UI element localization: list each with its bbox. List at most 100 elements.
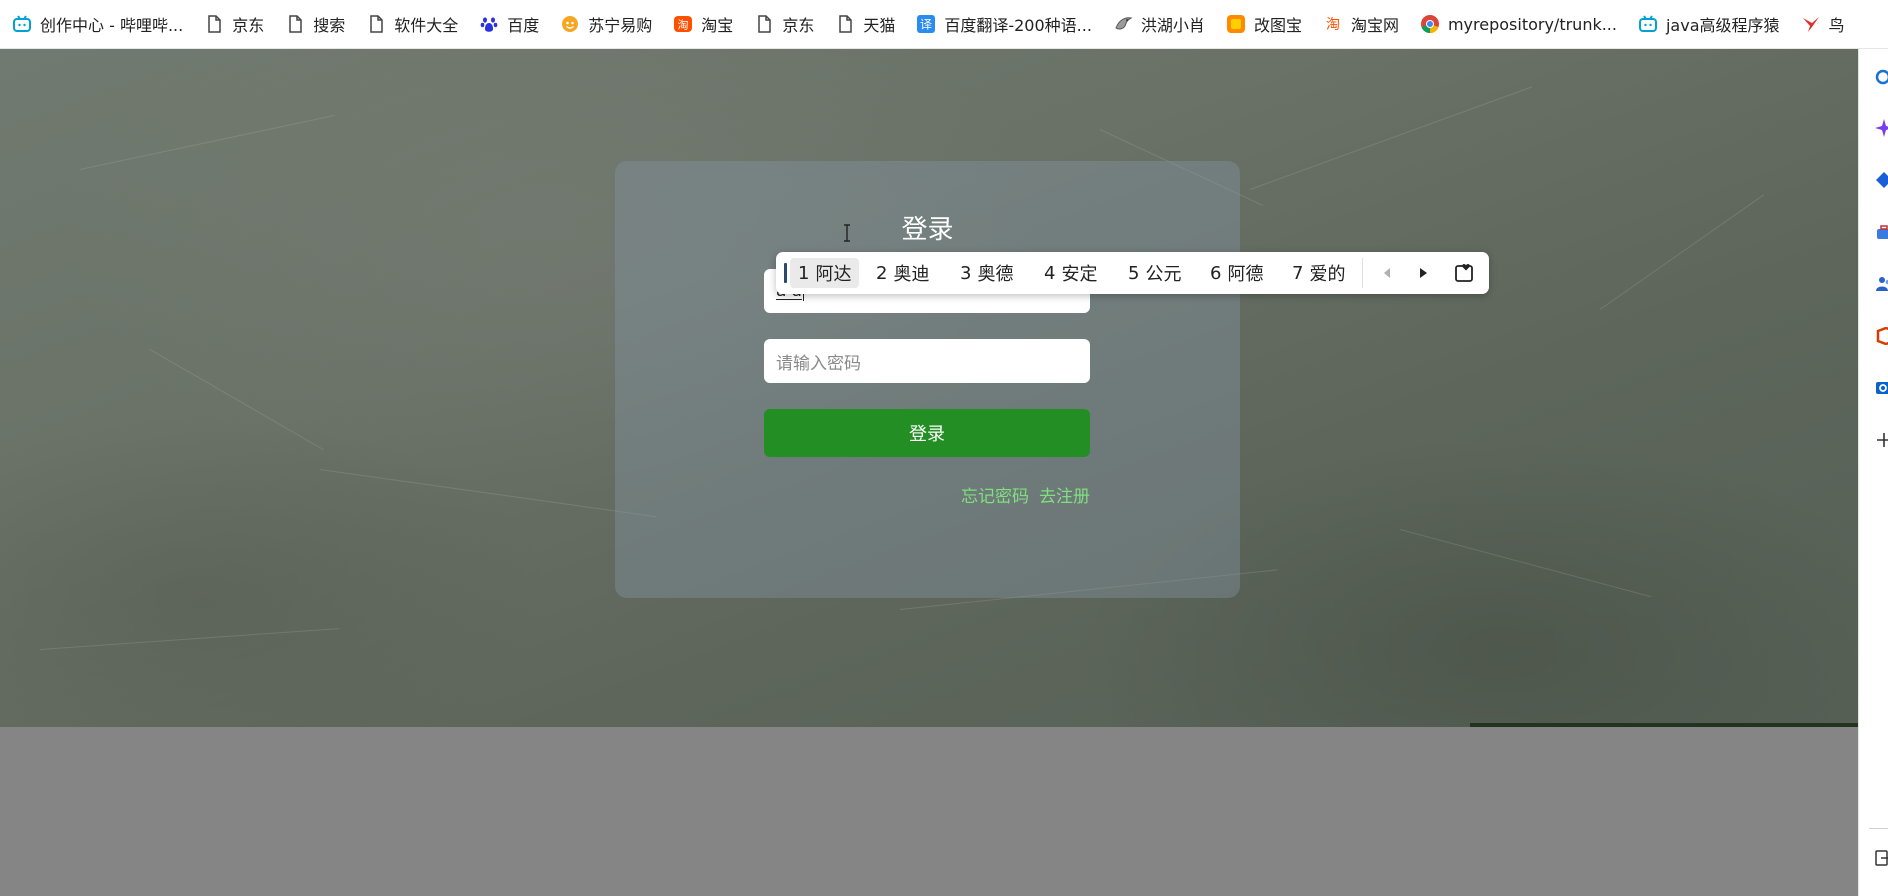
bookmark-myrepository[interactable]: myrepository/trunk... bbox=[1420, 14, 1617, 34]
bookmark-baidu-translate[interactable]: 译 百度翻译-200种语... bbox=[916, 12, 1092, 36]
bookmark-label: 百度翻译-200种语... bbox=[944, 16, 1092, 35]
exit-icon[interactable] bbox=[1875, 849, 1888, 867]
bookmark-taobao-net[interactable]: 淘 淘宝网 bbox=[1323, 12, 1399, 36]
login-card: 登录 a'd 请输入密码 登录 忘记密码去注册 bbox=[615, 161, 1240, 598]
bookmark-label: 洪湖小肖 bbox=[1140, 16, 1205, 35]
candidate-number: 1 bbox=[798, 262, 810, 284]
tag-icon[interactable] bbox=[1875, 171, 1888, 189]
bilibili-icon bbox=[12, 14, 32, 34]
bookmark-jd[interactable]: 京东 bbox=[204, 12, 264, 36]
candidate-text: 阿德 bbox=[1227, 264, 1264, 285]
bookmark-gaitubao[interactable]: 改图宝 bbox=[1226, 12, 1302, 36]
candidate-number: 7 bbox=[1292, 262, 1304, 284]
bird-icon bbox=[1113, 14, 1133, 34]
bookmark-label: 百度 bbox=[507, 16, 540, 35]
page-edge-line bbox=[1470, 723, 1858, 727]
people-icon[interactable] bbox=[1875, 275, 1888, 293]
bookmark-bilibili-creator[interactable]: 创作中心 - 哔哩哔... bbox=[12, 12, 183, 36]
ime-candidate-6[interactable]: 6 阿德 bbox=[1202, 258, 1271, 288]
bookmark-label: 京东 bbox=[232, 16, 265, 35]
bookmark-bird[interactable]: 鸟 bbox=[1801, 12, 1845, 36]
search-icon[interactable] bbox=[1875, 69, 1888, 87]
bookmark-jd-2[interactable]: 京东 bbox=[754, 12, 814, 36]
red-bird-icon bbox=[1801, 14, 1821, 34]
page-background: 登录 a'd 请输入密码 登录 忘记密码去注册 bbox=[0, 49, 1858, 727]
bookmark-label: 改图宝 bbox=[1253, 16, 1302, 35]
login-button[interactable]: 登录 bbox=[764, 409, 1090, 457]
password-input[interactable]: 请输入密码 bbox=[764, 339, 1090, 383]
ime-candidate-2[interactable]: 2 奥迪 bbox=[868, 258, 937, 288]
candidate-text: 奥迪 bbox=[893, 264, 930, 285]
password-placeholder: 请输入密码 bbox=[776, 353, 861, 374]
ime-candidate-3[interactable]: 3 奥德 bbox=[952, 258, 1021, 288]
triangle-left-icon bbox=[1384, 268, 1390, 278]
page-icon bbox=[285, 14, 305, 34]
candidate-number: 5 bbox=[1128, 262, 1140, 284]
bookmark-software[interactable]: 软件大全 bbox=[366, 12, 458, 36]
candidate-text: 安定 bbox=[1061, 264, 1098, 285]
copilot-sparkle-icon[interactable] bbox=[1875, 119, 1888, 137]
ime-composition-marker bbox=[784, 263, 787, 283]
ime-separator bbox=[1362, 258, 1363, 288]
bookmark-taobao[interactable]: 淘 淘宝 bbox=[673, 12, 733, 36]
bookmark-suning[interactable]: 苏宁易购 bbox=[560, 12, 652, 36]
svg-text:淘: 淘 bbox=[678, 19, 689, 32]
bookmark-label: myrepository/trunk... bbox=[1447, 14, 1617, 34]
ime-candidate-7[interactable]: 7 爱的 bbox=[1284, 258, 1353, 288]
bilibili-icon bbox=[1638, 14, 1658, 34]
candidate-number: 6 bbox=[1210, 262, 1222, 284]
outlook-icon[interactable] bbox=[1875, 379, 1888, 397]
page-icon bbox=[754, 14, 774, 34]
briefcase-icon[interactable] bbox=[1875, 223, 1888, 241]
text-cursor-icon bbox=[844, 224, 850, 242]
candidate-text: 爱的 bbox=[1309, 264, 1346, 285]
triangle-right-icon bbox=[1420, 268, 1427, 278]
chrome-icon bbox=[1420, 14, 1440, 34]
browser-sidebar bbox=[1858, 49, 1888, 896]
baidu-translate-icon: 译 bbox=[916, 14, 936, 34]
bookmark-tmall[interactable]: 天猫 bbox=[835, 12, 895, 36]
ime-prev-page-button[interactable] bbox=[1378, 263, 1398, 283]
candidate-number: 3 bbox=[960, 262, 972, 284]
baidu-paw-icon bbox=[479, 14, 499, 34]
forgot-password-link[interactable]: 忘记密码 bbox=[961, 487, 1029, 507]
svg-text:译: 译 bbox=[920, 18, 932, 32]
page-icon bbox=[204, 14, 224, 34]
ime-favorite-button[interactable] bbox=[1454, 263, 1476, 283]
taobao-icon: 淘 bbox=[1323, 14, 1343, 34]
office-icon[interactable] bbox=[1875, 327, 1888, 345]
suning-icon bbox=[560, 14, 580, 34]
candidate-number: 2 bbox=[876, 262, 888, 284]
ime-candidate-1[interactable]: 1 阿达 bbox=[790, 258, 860, 288]
bookmark-label: 淘宝 bbox=[701, 16, 734, 35]
ime-candidate-4[interactable]: 4 安定 bbox=[1036, 258, 1105, 288]
bookmark-label: 天猫 bbox=[863, 16, 896, 35]
candidate-number: 4 bbox=[1044, 262, 1056, 284]
ime-next-page-button[interactable] bbox=[1413, 263, 1433, 283]
bookmark-baidu[interactable]: 百度 bbox=[479, 12, 539, 36]
bookmark-label: 苏宁易购 bbox=[588, 16, 653, 35]
bookmark-label: 搜索 bbox=[313, 16, 346, 35]
candidate-text: 公元 bbox=[1145, 264, 1182, 285]
register-link[interactable]: 去注册 bbox=[1039, 487, 1090, 507]
login-title: 登录 bbox=[901, 215, 954, 245]
bookmark-honghu[interactable]: 洪湖小肖 bbox=[1113, 12, 1205, 36]
bookmarks-bar: 创作中心 - 哔哩哔... 京东 搜索 软件大全 百度 苏宁易购 淘 淘宝 京东… bbox=[0, 0, 1888, 49]
bookmark-search[interactable]: 搜索 bbox=[285, 12, 345, 36]
page-icon bbox=[835, 14, 855, 34]
ime-candidate-5[interactable]: 5 公元 bbox=[1120, 258, 1189, 288]
bookmark-label: java高级程序猿 bbox=[1665, 16, 1780, 35]
bookmark-java-coder[interactable]: java高级程序猿 bbox=[1638, 12, 1780, 36]
add-icon[interactable] bbox=[1875, 431, 1888, 449]
candidate-text: 奥德 bbox=[977, 264, 1014, 285]
page-icon bbox=[366, 14, 386, 34]
auth-links: 忘记密码 去注册 bbox=[764, 482, 1090, 507]
taobao-icon: 淘 bbox=[673, 14, 693, 34]
heart-box-icon bbox=[1455, 264, 1473, 282]
svg-text:淘: 淘 bbox=[1326, 17, 1340, 33]
bookmark-label: 软件大全 bbox=[394, 16, 459, 35]
sidebar-divider bbox=[1869, 828, 1888, 829]
bookmark-label: 创作中心 - 哔哩哔... bbox=[40, 16, 184, 35]
bookmark-label: 淘宝网 bbox=[1350, 16, 1399, 35]
page-blank-area bbox=[0, 727, 1858, 896]
